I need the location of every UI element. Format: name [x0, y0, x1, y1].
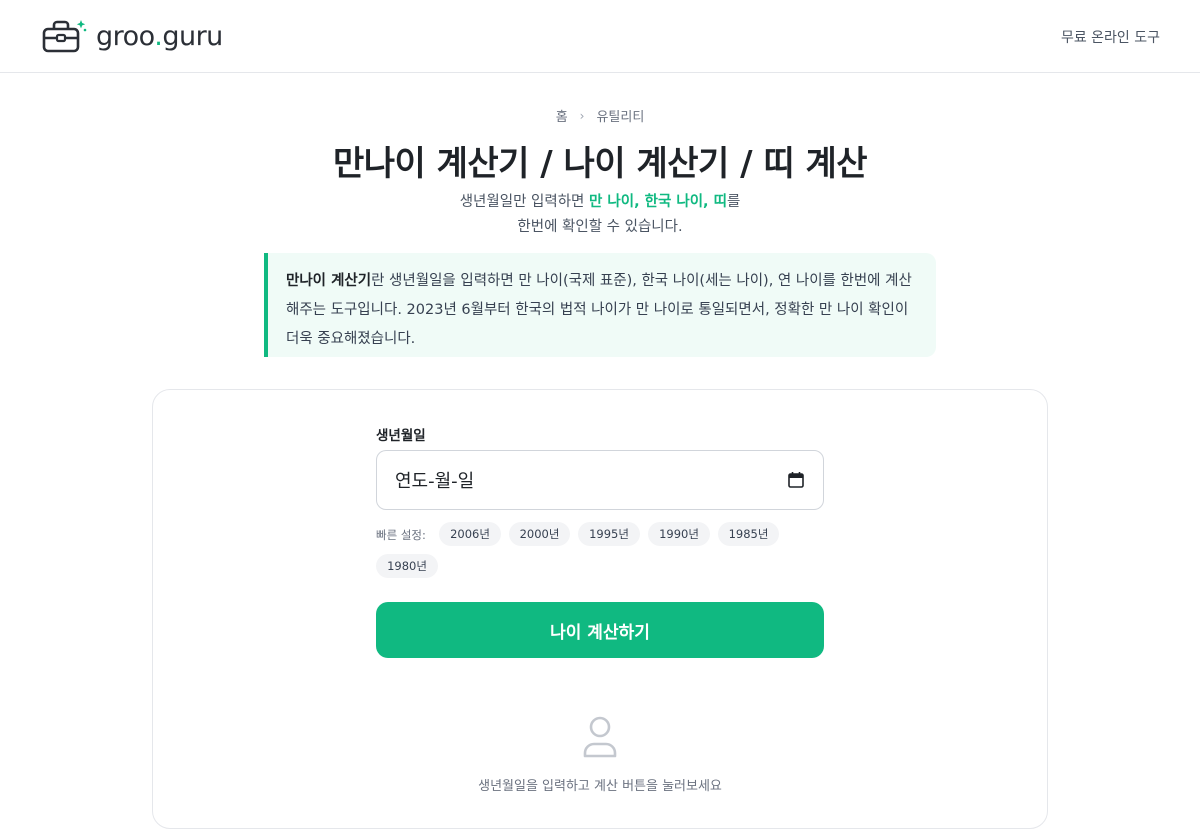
birthdate-input[interactable]: 연도-월-일: [376, 450, 824, 510]
calculate-age-button[interactable]: 나이 계산하기: [376, 602, 824, 658]
breadcrumb-utility[interactable]: 유틸리티: [596, 106, 644, 125]
quick-set-label: 빠른 설정:: [376, 528, 426, 542]
quick-year-2000[interactable]: 2000년: [509, 522, 570, 546]
page-title: 만나이 계산기 / 나이 계산기 / 띠 계산: [332, 144, 868, 184]
site-header: groo.guru 무료 온라인 도구: [0, 0, 1200, 73]
calendar-icon[interactable]: [787, 471, 805, 489]
free-tools-link[interactable]: 무료 온라인 도구: [1061, 27, 1160, 47]
breadcrumb-separator: ›: [579, 108, 585, 123]
info-box: 만나이 계산기란 생년월일을 입력하면 만 나이(국제 표준), 한국 나이(세…: [264, 253, 936, 357]
quick-year-2006[interactable]: 2006년: [439, 522, 501, 546]
subtitle-line-1: 생년월일만 입력하면 만 나이, 한국 나이, 띠를: [459, 194, 741, 210]
birthdate-label: 생년월일: [376, 428, 426, 444]
quick-year-1980[interactable]: 1980년: [376, 554, 438, 578]
quick-year-1990[interactable]: 1990년: [648, 522, 710, 546]
site-logo[interactable]: groo.guru: [42, 18, 223, 54]
user-icon: [583, 716, 617, 758]
toolbox-sparkle-icon: [42, 20, 87, 53]
page-subtitle: 생년월일만 입력하면 만 나이, 한국 나이, 띠를 한번에 확인할 수 있습니…: [0, 190, 1200, 240]
logo-text: groo.guru: [96, 20, 223, 52]
info-bold-term: 만나이 계산기: [286, 273, 372, 289]
breadcrumb-home[interactable]: 홈: [556, 106, 568, 125]
quick-year-1995[interactable]: 1995년: [578, 522, 640, 546]
breadcrumb: 홈 › 유틸리티: [0, 106, 1200, 126]
birthdate-placeholder: 연도-월-일: [395, 471, 475, 492]
subtitle-line-2: 한번에 확인할 수 있습니다.: [517, 219, 683, 235]
subtitle-highlight: 만 나이, 한국 나이, 띠: [589, 194, 727, 210]
empty-state-message: 생년월일을 입력하고 계산 버튼을 눌러보세요: [478, 779, 722, 794]
quick-year-1985[interactable]: 1985년: [718, 522, 779, 546]
info-description: 란 생년월일을 입력하면 만 나이(국제 표준), 한국 나이(세는 나이), …: [286, 273, 912, 347]
